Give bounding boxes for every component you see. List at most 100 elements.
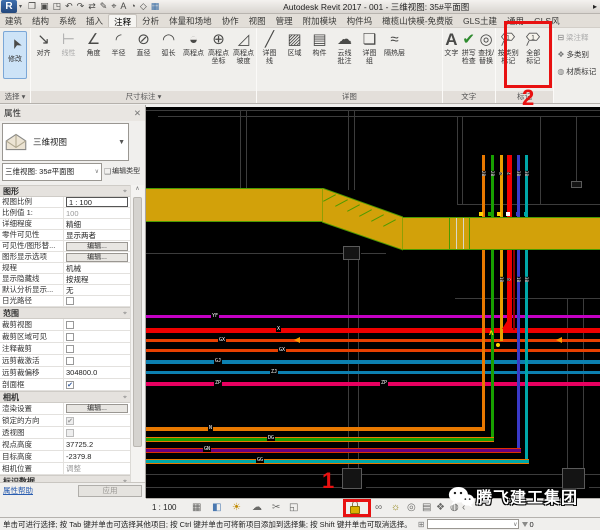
angular-dimension-button[interactable]: ∠角度 — [81, 30, 106, 66]
tab-结构[interactable]: 结构 — [27, 14, 54, 27]
edit-type-button[interactable]: ❑ 编辑类型 — [104, 163, 144, 181]
property-value-图形显示选项[interactable]: 编辑... — [64, 252, 130, 262]
text-icon[interactable]: A — [120, 0, 126, 13]
detail-line-button[interactable]: ╱详图线 — [257, 30, 282, 66]
spot-slope-button[interactable]: ◿高程点坡度 — [231, 30, 256, 66]
checkbox[interactable] — [66, 429, 74, 437]
filled-region-button[interactable]: ▨区域 — [282, 30, 307, 66]
tab-建筑[interactable]: 建筑 — [0, 14, 27, 27]
edit-button[interactable]: 编辑... — [66, 242, 128, 251]
diameter-dimension-button[interactable]: ⊘直径 — [131, 30, 156, 66]
property-value-日光路径[interactable] — [64, 296, 130, 306]
type-selector[interactable]: 三维视图 ▼ — [2, 123, 129, 161]
revision-cloud-button[interactable]: ☁云线批注 — [332, 30, 357, 66]
material-tag-button[interactable]: ◍材质标记 — [557, 65, 600, 78]
panel-label-select[interactable]: 选择 ▾ — [0, 91, 30, 103]
property-value-视图比例[interactable]: 1 : 100 — [64, 197, 130, 207]
aligned-dimension-icon[interactable]: ✎ — [100, 0, 108, 13]
beam-annotation-button[interactable]: ⊟梁注释 — [557, 31, 600, 44]
detail-level-icon[interactable]: ▦ — [192, 502, 201, 514]
tab-构件坞[interactable]: 构件坞 — [342, 14, 378, 27]
panel-label-text[interactable]: 文字 — [443, 91, 495, 103]
property-value-零件可见性[interactable]: 显示两者 — [64, 230, 130, 240]
sync-icon[interactable]: ◳ — [53, 0, 62, 13]
property-value-显示隐藏线[interactable]: 按规程 — [64, 274, 130, 284]
sun-path-icon[interactable]: ☀ — [232, 502, 241, 514]
spelling-button[interactable]: ✔拼写检查 — [460, 30, 477, 66]
checkbox[interactable] — [66, 321, 74, 329]
detail-component-button[interactable]: ▤构件 — [307, 30, 332, 66]
show-constraints-icon[interactable]: ❖ — [436, 502, 445, 514]
radial-dimension-button[interactable]: ◜半径 — [106, 30, 131, 66]
find-replace-button[interactable]: ◎查找/替换 — [477, 30, 494, 66]
property-value-比例值 1:[interactable]: 100 — [64, 208, 130, 218]
default-3d-view-icon[interactable]: ◔ — [130, 0, 135, 13]
value-input[interactable]: 1 : 100 — [66, 197, 128, 207]
property-value-目标高度[interactable]: -2379.8 — [64, 451, 130, 462]
property-value-相机位置[interactable]: 调整 — [64, 463, 130, 474]
section-header-范围[interactable]: 范围⌖ — [0, 307, 130, 319]
open-icon[interactable]: ❐ — [28, 0, 36, 13]
panel-label-detail[interactable]: 详图 — [257, 91, 442, 103]
measure-icon[interactable]: ⇄ — [88, 0, 96, 13]
checkbox[interactable] — [66, 333, 74, 341]
properties-scrollbar[interactable]: ∧∨ — [130, 185, 144, 497]
property-value-裁剪视图[interactable] — [64, 319, 130, 330]
tab-橄榄山快模-免费版[interactable]: 橄榄山快模-免费版 — [377, 14, 458, 27]
edit-button[interactable]: 编辑... — [66, 404, 128, 413]
panel-label-dimension[interactable]: 尺寸标注 ▾ — [31, 91, 256, 103]
section-header-相机[interactable]: 相机⌖ — [0, 391, 130, 403]
property-value-规程[interactable]: 机械 — [64, 263, 130, 273]
text-button[interactable]: A文字 — [443, 30, 460, 66]
show-crop-region-icon[interactable]: ◱ — [289, 502, 298, 514]
property-value-渲染设置[interactable]: 编辑... — [64, 403, 130, 414]
tab-scroll-icon[interactable]: ▸ — [593, 2, 597, 11]
properties-help-link[interactable]: 属性帮助 — [3, 485, 33, 496]
property-value-注释裁剪[interactable] — [64, 343, 130, 354]
checkbox[interactable]: ✔ — [66, 417, 74, 425]
thin-lines-icon[interactable]: ▦ — [151, 0, 160, 13]
worksharing-display-icon[interactable]: ▤ — [422, 502, 431, 514]
checkbox[interactable] — [66, 345, 74, 353]
apply-button[interactable]: 应用 — [78, 485, 142, 497]
chevron-down-icon[interactable]: ▼ — [118, 139, 128, 146]
redo-icon[interactable]: ↷ — [77, 0, 85, 13]
property-value-远剪裁激活[interactable] — [64, 355, 130, 366]
checkbox[interactable] — [66, 357, 74, 365]
app-menu-caret[interactable]: ▾ — [19, 3, 22, 10]
tab-管理[interactable]: 管理 — [271, 14, 298, 27]
undo-icon[interactable]: ↶ — [65, 0, 73, 13]
aligned-dimension-button[interactable]: ↘对齐 — [31, 30, 56, 66]
arc-length-dimension-button[interactable]: ◠弧长 — [156, 30, 181, 66]
tab-分析[interactable]: 分析 — [137, 14, 164, 27]
workset-dropdown[interactable]: ∨ — [427, 519, 519, 529]
tag-icon[interactable]: ⌖ — [111, 0, 116, 13]
tab-协作[interactable]: 协作 — [217, 14, 244, 27]
crop-view-icon[interactable]: ✂ — [272, 502, 280, 514]
edit-button[interactable]: 编辑... — [66, 253, 128, 262]
property-value-视点高度[interactable]: 37725.2 — [64, 439, 130, 450]
property-value-锁定的方向[interactable]: ✔ — [64, 415, 130, 426]
tab-GLS土建[interactable]: GLS土建 — [458, 14, 502, 27]
spot-elevation-button[interactable]: ◒高程点 — [181, 30, 206, 66]
instance-selector[interactable]: 三维视图: 35#平面图∨ — [2, 163, 102, 181]
view-scale[interactable]: 1 : 100 — [152, 503, 176, 512]
checkbox[interactable] — [66, 297, 74, 305]
temporary-view-properties-icon[interactable]: ◎ — [407, 502, 416, 514]
property-value-剖面框[interactable]: ✔ — [64, 379, 130, 390]
workset-icon[interactable]: ⊞ — [418, 520, 425, 529]
tab-附加模块[interactable]: 附加模块 — [298, 14, 342, 27]
tab-体量和场地[interactable]: 体量和场地 — [164, 14, 217, 27]
tab-注释[interactable]: 注释 — [108, 14, 137, 27]
checkbox[interactable]: ✔ — [66, 381, 74, 389]
tab-视图[interactable]: 视图 — [244, 14, 271, 27]
section-icon[interactable]: ◇ — [140, 0, 147, 13]
property-value-可见性/图形替...[interactable]: 编辑... — [64, 241, 130, 251]
spot-coordinate-button[interactable]: ⊕高程点坐标 — [206, 30, 231, 66]
property-value-详细程度[interactable]: 精细 — [64, 219, 130, 229]
visual-style-icon[interactable]: ◧ — [212, 502, 221, 514]
property-value-默认分析显示...[interactable]: 无 — [64, 285, 130, 295]
tab-插入[interactable]: 插入 — [81, 14, 108, 27]
property-value-裁剪区域可见[interactable] — [64, 331, 130, 342]
property-value-远剪裁偏移[interactable]: 304800.0 — [64, 367, 130, 378]
